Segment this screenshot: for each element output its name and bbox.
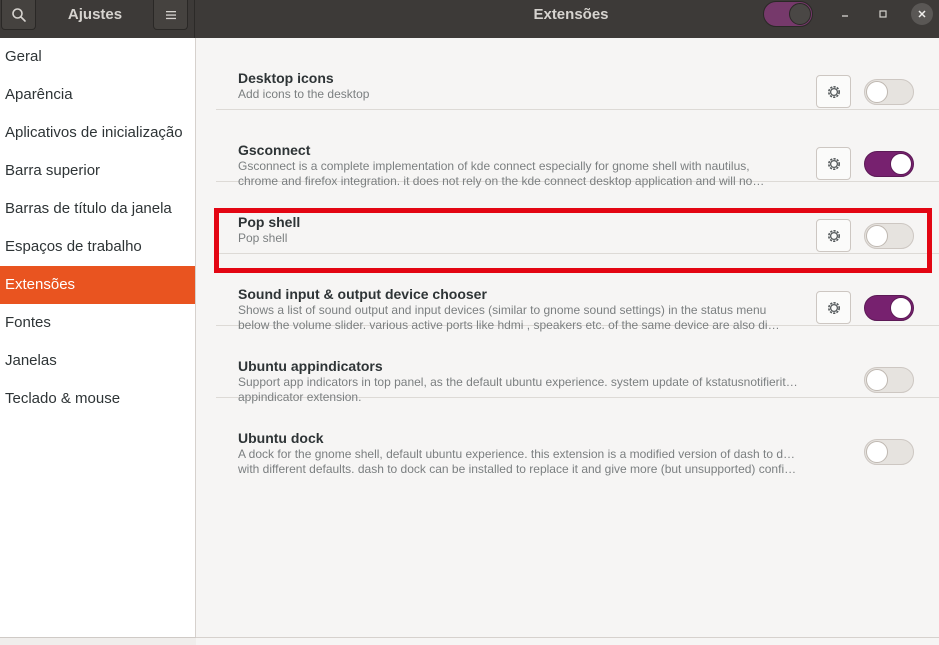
close-button[interactable] xyxy=(911,3,933,25)
search-icon xyxy=(11,7,26,22)
extension-row-gsconnect: Gsconnect Gsconnect is a complete implem… xyxy=(216,110,939,188)
description-line: with different defaults. dash to dock ca… xyxy=(238,462,798,476)
sidebar-item-janelas[interactable]: Janelas xyxy=(0,342,195,380)
description-line: Add icons to the desktop xyxy=(238,87,370,101)
settings-button[interactable] xyxy=(816,75,851,108)
toggle-knob xyxy=(866,225,888,247)
extension-name: Pop shell xyxy=(238,214,301,230)
sidebar-item-teclado-mouse[interactable]: Teclado & mouse xyxy=(0,380,195,418)
extension-toggle[interactable] xyxy=(864,367,914,393)
extension-name: Desktop icons xyxy=(238,70,334,86)
extension-name: Ubuntu dock xyxy=(238,430,324,446)
app-title: Ajustes xyxy=(67,6,123,23)
settings-button[interactable] xyxy=(816,147,851,180)
extension-description: Pop shell xyxy=(238,231,798,246)
extension-toggle[interactable] xyxy=(864,151,914,177)
maximize-button[interactable] xyxy=(872,3,894,25)
search-button[interactable] xyxy=(1,0,36,30)
extension-row-ubuntu-appindicators: Ubuntu appindicators Support app indicat… xyxy=(216,326,939,404)
extension-toggle[interactable] xyxy=(864,439,914,465)
extension-toggle[interactable] xyxy=(864,223,914,249)
toggle-knob xyxy=(866,441,888,463)
view-title: Extensões xyxy=(533,6,609,23)
sidebar-item-geral[interactable]: Geral xyxy=(0,38,195,76)
extension-name: Gsconnect xyxy=(238,142,311,158)
extension-toggle[interactable] xyxy=(864,79,914,105)
hamburger-menu-icon xyxy=(165,10,176,19)
extension-row-ubuntu-dock: Ubuntu dock A dock for the gnome shell, … xyxy=(216,398,939,476)
extension-name: Sound input & output device chooser xyxy=(238,286,487,302)
settings-button[interactable] xyxy=(816,291,851,324)
sidebar-item-aplicativos-inicializacao[interactable]: Aplicativos de inicialização xyxy=(0,114,195,152)
header-bar: Ajustes Extensões xyxy=(0,0,939,38)
minimize-icon xyxy=(842,15,848,17)
gear-icon xyxy=(827,229,840,242)
settings-button[interactable] xyxy=(816,219,851,252)
sidebar-item-fontes[interactable]: Fontes xyxy=(0,304,195,342)
extension-row-sound-device-chooser: Sound input & output device chooser Show… xyxy=(216,254,939,332)
description-line: Gsconnect is a complete implementation o… xyxy=(238,159,750,173)
switch-knob xyxy=(789,3,811,25)
extension-row-desktop-icons: Desktop icons Add icons to the desktop xyxy=(216,38,939,110)
description-line: Shows a list of sound output and input d… xyxy=(238,303,767,317)
close-icon xyxy=(918,10,926,18)
toggle-knob xyxy=(866,81,888,103)
description-line: Support app indicators in top panel, as … xyxy=(238,375,798,389)
toggle-knob xyxy=(890,153,912,175)
sidebar-bottom-edge xyxy=(0,637,196,645)
extensions-master-switch[interactable] xyxy=(763,1,813,27)
sidebar-item-aparencia[interactable]: Aparência xyxy=(0,76,195,114)
sidebar-item-barras-titulo[interactable]: Barras de título da janela xyxy=(0,190,195,228)
extension-description: A dock for the gnome shell, default ubun… xyxy=(238,447,798,477)
gear-icon xyxy=(827,301,840,314)
minimize-button[interactable] xyxy=(834,3,856,25)
toggle-knob xyxy=(866,369,888,391)
sidebar: Geral Aparência Aplicativos de inicializ… xyxy=(0,38,196,645)
extension-name: Ubuntu appindicators xyxy=(238,358,383,374)
description-line: Pop shell xyxy=(238,231,288,245)
sidebar-item-extensoes[interactable]: Extensões xyxy=(0,266,195,304)
extension-description: Add icons to the desktop xyxy=(238,87,798,102)
sidebar-header: Ajustes xyxy=(0,0,195,38)
extensions-list: Desktop icons Add icons to the desktop G… xyxy=(196,38,939,637)
gear-icon xyxy=(827,85,840,98)
sidebar-item-espacos-trabalho[interactable]: Espaços de trabalho xyxy=(0,228,195,266)
extension-toggle[interactable] xyxy=(864,295,914,321)
sidebar-item-barra-superior[interactable]: Barra superior xyxy=(0,152,195,190)
description-line: A dock for the gnome shell, default ubun… xyxy=(238,447,798,461)
main-bottom-edge xyxy=(196,637,939,645)
gear-icon xyxy=(827,157,840,170)
extension-row-pop-shell: Pop shell Pop shell xyxy=(216,182,939,254)
toggle-knob xyxy=(890,297,912,319)
maximize-icon xyxy=(879,10,887,18)
menu-button[interactable] xyxy=(153,0,188,30)
